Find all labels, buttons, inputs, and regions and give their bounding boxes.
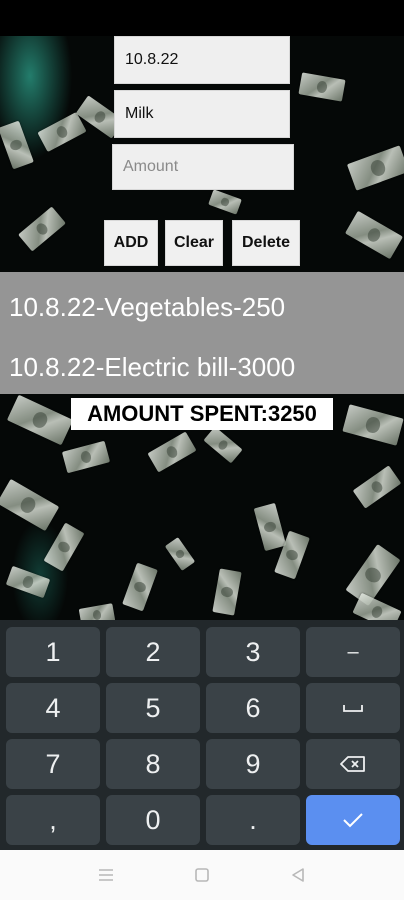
money-bill-image — [0, 120, 34, 170]
system-nav-bar — [0, 850, 404, 900]
expense-list: 10.8.22-Vegetables-250 10.8.22-Electric … — [0, 272, 404, 394]
key-period[interactable]: . — [206, 795, 300, 845]
money-bill-image — [122, 562, 158, 612]
money-bill-image — [298, 72, 346, 102]
list-item[interactable]: 10.8.22-Vegetables-250 — [9, 292, 285, 323]
amount-input-placeholder: Amount — [123, 158, 179, 175]
key-7[interactable]: 7 — [6, 739, 100, 789]
numeric-keyboard: 1 2 3 – 4 5 6 7 8 9 , 0 . — [0, 620, 404, 850]
backspace-key[interactable] — [306, 739, 400, 789]
key-8[interactable]: 8 — [106, 739, 200, 789]
money-bill-image — [78, 603, 116, 620]
money-bill-image — [253, 502, 287, 552]
money-bill-image — [352, 592, 402, 620]
date-input[interactable]: 10.8.22 — [114, 36, 290, 84]
space-icon — [343, 705, 363, 712]
money-bill-image — [342, 404, 404, 446]
money-bill-image — [345, 544, 401, 606]
amount-input[interactable]: Amount — [112, 144, 294, 190]
money-bill-image — [43, 522, 85, 572]
money-bill-image — [147, 431, 197, 473]
menu-icon — [99, 869, 113, 881]
back-icon — [292, 868, 304, 882]
home-icon — [195, 868, 209, 882]
item-input-value: Milk — [125, 105, 154, 122]
money-bill-image — [203, 426, 243, 464]
date-input-value: 10.8.22 — [125, 51, 179, 68]
money-bill-image — [61, 440, 111, 474]
money-bill-image — [212, 568, 242, 616]
key-3[interactable]: 3 — [206, 627, 300, 677]
backspace-icon — [340, 756, 365, 772]
money-bill-image — [346, 145, 404, 191]
money-bill-image — [5, 565, 51, 599]
key-0[interactable]: 0 — [106, 795, 200, 845]
add-button[interactable]: ADD — [104, 220, 158, 266]
money-bill-image — [164, 537, 196, 571]
money-bill-image — [0, 478, 60, 532]
key-2[interactable]: 2 — [106, 627, 200, 677]
enter-key[interactable] — [306, 795, 400, 845]
delete-button[interactable]: Delete — [232, 220, 300, 266]
item-input[interactable]: Milk — [114, 90, 290, 138]
key-comma[interactable]: , — [6, 795, 100, 845]
home-button[interactable] — [192, 865, 212, 885]
checkmark-icon — [343, 813, 363, 828]
money-bill-image — [6, 394, 74, 446]
amount-spent-label: AMOUNT SPENT:3250 — [71, 398, 333, 430]
money-bill-image — [352, 465, 402, 509]
money-bill-image — [208, 189, 242, 215]
menu-button[interactable] — [96, 865, 116, 885]
key-6[interactable]: 6 — [206, 683, 300, 733]
status-bar — [0, 0, 404, 36]
money-bill-image — [37, 111, 87, 153]
back-button[interactable] — [288, 865, 308, 885]
money-bill-image — [344, 210, 404, 260]
key-4[interactable]: 4 — [6, 683, 100, 733]
space-key[interactable] — [306, 683, 400, 733]
key-1[interactable]: 1 — [6, 627, 100, 677]
key-9[interactable]: 9 — [206, 739, 300, 789]
clear-button[interactable]: Clear — [165, 220, 223, 266]
key-5[interactable]: 5 — [106, 683, 200, 733]
list-item[interactable]: 10.8.22-Electric bill-3000 — [9, 352, 295, 383]
key-minus[interactable]: – — [306, 627, 400, 677]
money-bill-image — [18, 206, 66, 252]
